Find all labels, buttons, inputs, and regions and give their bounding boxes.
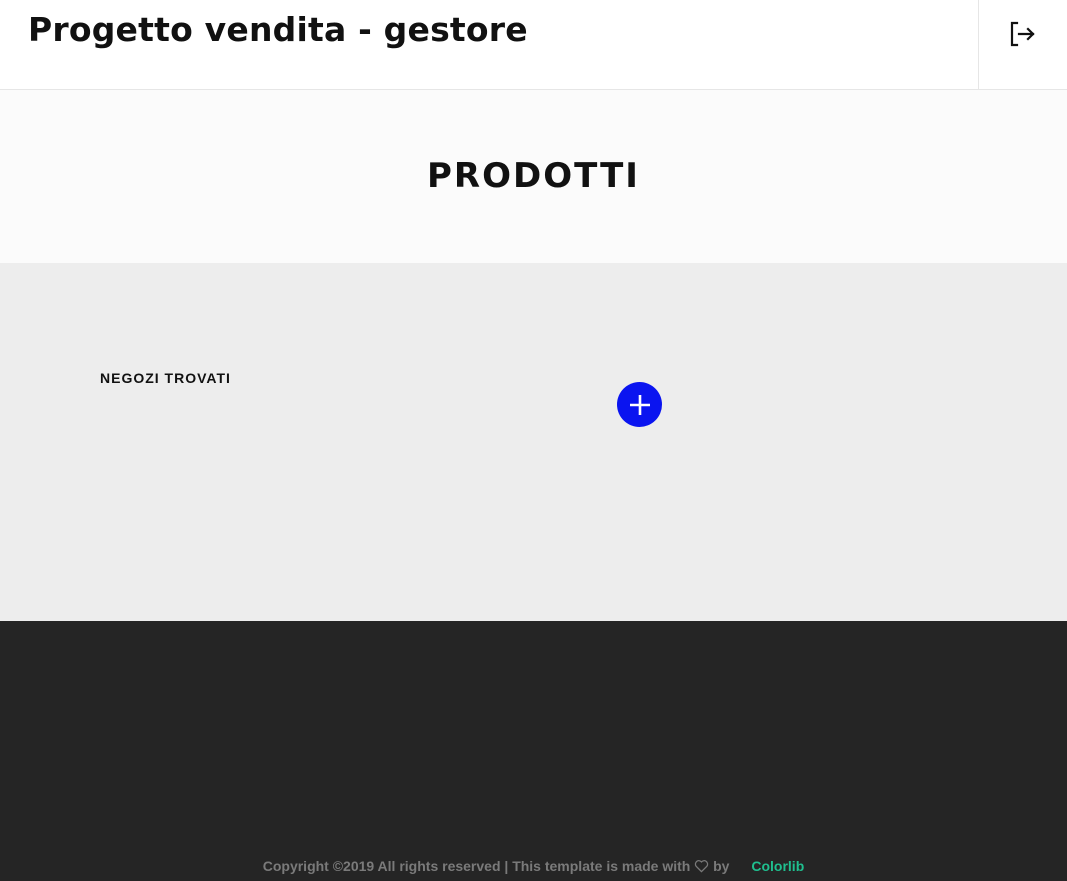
site-title: Progetto vendita - gestore bbox=[28, 10, 528, 49]
top-bar: Progetto vendita - gestore bbox=[0, 0, 1067, 90]
footer: Copyright ©2019 All rights reserved | Th… bbox=[0, 621, 1067, 881]
copyright-text: Copyright ©2019 All rights reserved | Th… bbox=[0, 858, 1067, 874]
page-title: PRODOTTI bbox=[427, 156, 640, 196]
logout-icon bbox=[1010, 21, 1035, 46]
copyright-by: by bbox=[713, 858, 730, 874]
page-hero: PRODOTTI bbox=[0, 90, 1067, 263]
add-button[interactable] bbox=[617, 382, 662, 427]
colorlib-link[interactable]: Colorlib bbox=[751, 858, 804, 874]
copyright-prefix: Copyright ©2019 All rights reserved | Th… bbox=[262, 858, 691, 874]
heart-icon bbox=[695, 860, 709, 873]
plus-icon bbox=[629, 394, 650, 415]
section-label: NEGOZI TROVATI bbox=[100, 370, 231, 386]
logout-button[interactable] bbox=[978, 0, 1067, 89]
main-content: NEGOZI TROVATI bbox=[0, 263, 1067, 621]
